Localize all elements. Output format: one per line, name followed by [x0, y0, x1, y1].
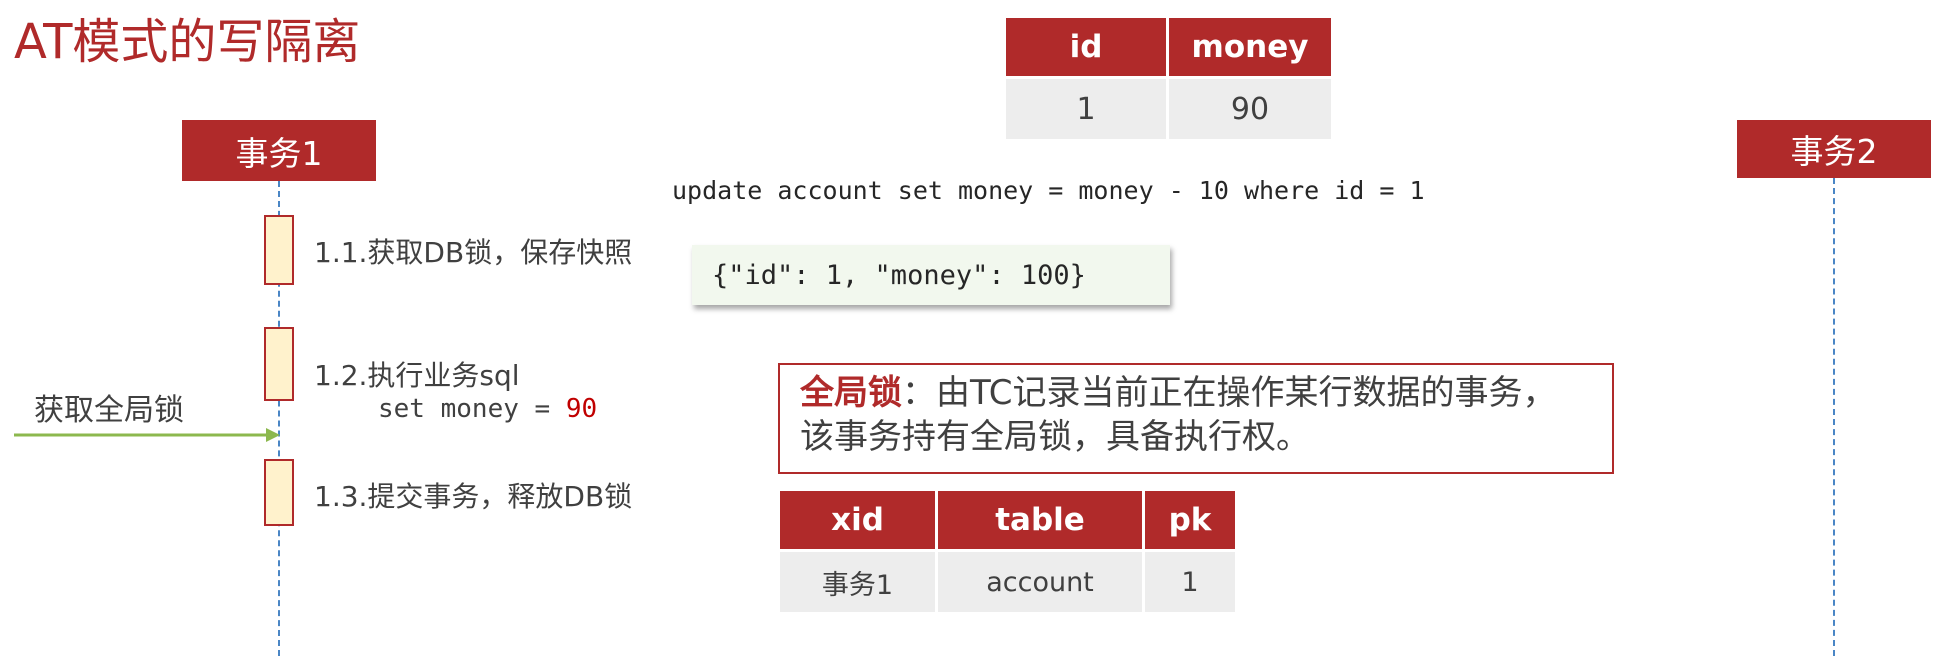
lock-header-table: table: [938, 491, 1142, 549]
lifeline-tx2: [1833, 178, 1835, 656]
table-row: 1 90: [1006, 76, 1331, 139]
actor-tx1: 事务1: [182, 120, 376, 181]
lock-cell-table: account: [938, 549, 1142, 612]
lock-cell-pk: 1: [1145, 549, 1235, 612]
global-lock-line1-text: ：由TC记录当前正在操作某行数据的事务，: [902, 373, 1557, 413]
global-lock-note-line1: 全局锁：由TC记录当前正在操作某行数据的事务，: [800, 371, 1612, 415]
global-lock-keyword: 全局锁: [800, 373, 902, 413]
lock-cell-xid: 事务1: [780, 549, 935, 612]
lock-header-xid: xid: [780, 491, 935, 549]
step-1-3: 1.3.提交事务，释放DB锁: [314, 480, 633, 513]
account-cell-id: 1: [1006, 76, 1166, 139]
global-lock-note: 全局锁：由TC记录当前正在操作某行数据的事务， 该事务持有全局锁，具备执行权。: [778, 363, 1614, 474]
activation-step2: [264, 327, 294, 401]
global-lock-table: xid table pk 事务1 account 1: [777, 491, 1238, 612]
step-1-2-sql-value: 90: [565, 394, 598, 424]
page-title: AT模式的写隔离: [14, 14, 361, 70]
snapshot-box: {"id": 1, "money": 100}: [692, 245, 1170, 305]
step-1-2: 1.2.执行业务sql: [314, 359, 520, 392]
step-1-1: 1.1.获取DB锁，保存快照: [314, 236, 633, 269]
account-header-id: id: [1006, 18, 1166, 76]
acquire-lock-arrow-icon: [14, 428, 280, 442]
step-1-2-sql-prefix: set money =: [378, 394, 566, 424]
account-header-money: money: [1169, 18, 1331, 76]
table-row: 事务1 account 1: [780, 549, 1235, 612]
account-table: id money 1 90: [1003, 18, 1334, 139]
global-lock-label: 获取全局锁: [34, 393, 184, 428]
global-lock-note-line2: 该事务持有全局锁，具备执行权。: [800, 417, 1310, 457]
activation-step1: [264, 215, 294, 285]
activation-step3: [264, 459, 294, 526]
account-cell-money: 90: [1169, 76, 1331, 139]
account-table-header: id money: [1006, 18, 1331, 76]
lock-table-header: xid table pk: [780, 491, 1235, 549]
sql-statement: update account set money = money - 10 wh…: [672, 176, 1425, 205]
lock-header-pk: pk: [1145, 491, 1235, 549]
actor-tx2: 事务2: [1737, 120, 1931, 178]
step-1-2-sql: set money = 90: [378, 394, 597, 424]
